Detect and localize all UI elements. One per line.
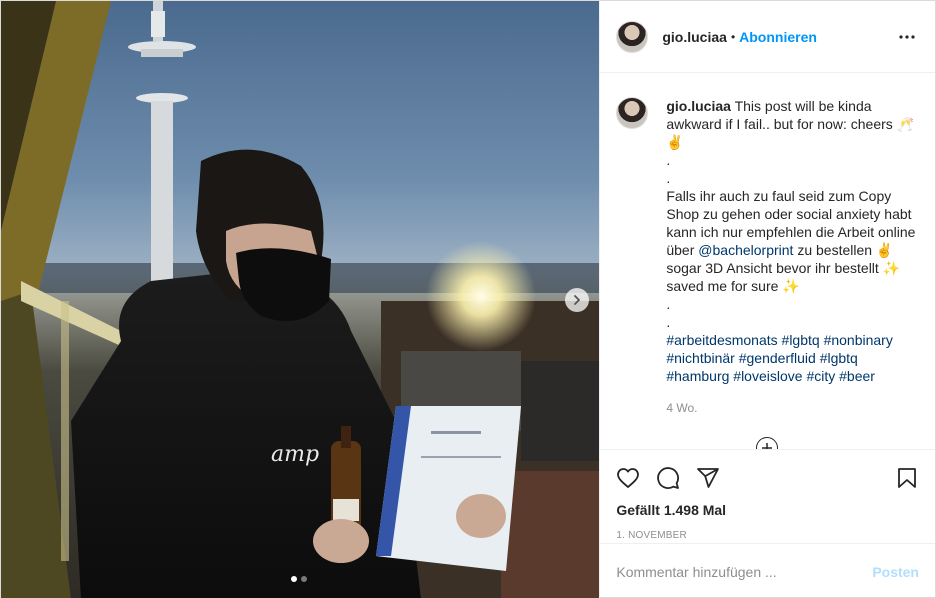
comment-input[interactable] xyxy=(616,563,873,580)
carousel-dot xyxy=(301,576,307,582)
post-header: gio.luciaa • Abonnieren xyxy=(600,1,935,73)
caption-body: gio.luciaa This post will be kinda awkwa… xyxy=(666,97,916,415)
carousel-next-button[interactable] xyxy=(565,288,589,312)
caption-avatar[interactable] xyxy=(616,97,649,129)
header-username[interactable]: gio.luciaa xyxy=(662,29,727,45)
more-options-button[interactable] xyxy=(895,25,919,49)
carousel-indicator xyxy=(291,576,307,582)
avatar[interactable] xyxy=(616,20,649,53)
caption-username[interactable]: gio.luciaa xyxy=(666,98,731,114)
action-icons xyxy=(616,458,919,498)
caption-text: gio.luciaa This post will be kinda awkwa… xyxy=(666,97,916,385)
post-side-panel: gio.luciaa • Abonnieren gio.luciaa This … xyxy=(599,1,935,598)
more-options-icon xyxy=(899,34,915,39)
mention-link[interactable]: @bachelorprint xyxy=(698,242,793,258)
post-actions: Gefällt 1.498 Mal 1. November xyxy=(600,449,935,543)
chevron-right-icon xyxy=(574,295,580,305)
load-more-comments-button[interactable] xyxy=(756,437,779,449)
comments-area: gio.luciaa This post will be kinda awkwa… xyxy=(600,73,935,449)
relative-time[interactable]: 4 Wo. xyxy=(666,401,916,415)
add-comment-bar: Posten xyxy=(600,543,935,598)
hashtags-links[interactable]: #arbeitdesmonats #lgbtq #nonbinary #nich… xyxy=(666,332,896,384)
plus-circle-icon xyxy=(762,443,773,449)
carousel-dot-active xyxy=(291,576,297,582)
caption-row: gio.luciaa This post will be kinda awkwa… xyxy=(616,97,919,415)
post-photo[interactable]: amp xyxy=(1,1,600,598)
caption-intro: This post will be kinda awkward if I fai… xyxy=(666,98,916,258)
post-comment-button[interactable]: Posten xyxy=(872,564,919,580)
post-date[interactable]: 1. November xyxy=(616,530,919,541)
photo-scene: amp xyxy=(1,1,600,598)
likes-count[interactable]: Gefällt 1.498 Mal xyxy=(616,502,919,518)
heart-icon[interactable] xyxy=(616,466,640,490)
svg-text:amp: amp xyxy=(271,442,319,467)
bookmark-icon[interactable] xyxy=(895,466,919,490)
post-card: amp gio.luciaa • Abonnieren gio.luciaa T… xyxy=(0,0,936,598)
follow-button[interactable]: Abonnieren xyxy=(739,29,817,45)
comment-icon[interactable] xyxy=(656,466,680,490)
share-icon[interactable] xyxy=(696,466,720,490)
header-separator: • xyxy=(730,29,736,44)
